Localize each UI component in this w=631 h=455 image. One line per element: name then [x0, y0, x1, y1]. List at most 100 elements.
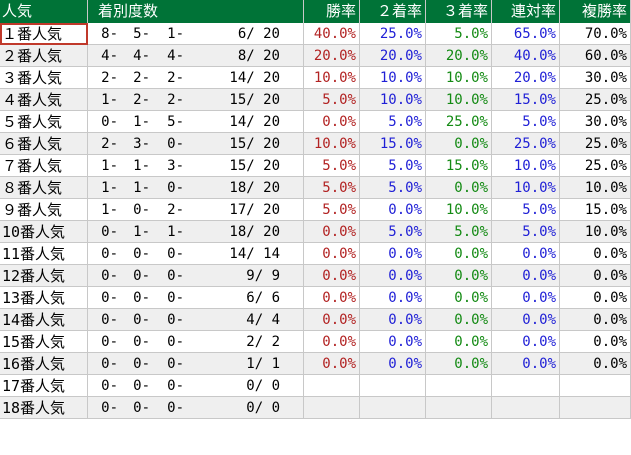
- rentai-rate-cell[interactable]: [492, 397, 560, 419]
- fukusho-rate-cell[interactable]: 0.0%: [560, 265, 631, 287]
- third-rate-cell[interactable]: 0.0%: [426, 287, 492, 309]
- header-second-rate[interactable]: ２着率: [360, 0, 426, 23]
- win-rate-cell[interactable]: 5.0%: [304, 155, 360, 177]
- fukusho-rate-cell[interactable]: 10.0%: [560, 177, 631, 199]
- rentai-rate-cell[interactable]: 5.0%: [492, 199, 560, 221]
- win-rate-cell[interactable]: 10.0%: [304, 133, 360, 155]
- finish-counts-cell[interactable]: 0- 0- 0- 0/ 0: [88, 397, 304, 419]
- win-rate-cell[interactable]: 0.0%: [304, 309, 360, 331]
- rentai-rate-cell[interactable]: 5.0%: [492, 111, 560, 133]
- fukusho-rate-cell[interactable]: 25.0%: [560, 89, 631, 111]
- popularity-label-cell[interactable]: １番人気: [0, 23, 88, 45]
- fukusho-rate-cell[interactable]: 30.0%: [560, 111, 631, 133]
- third-rate-cell[interactable]: 5.0%: [426, 23, 492, 45]
- second-rate-cell[interactable]: 5.0%: [360, 111, 426, 133]
- third-rate-cell[interactable]: 0.0%: [426, 265, 492, 287]
- second-rate-cell[interactable]: 25.0%: [360, 23, 426, 45]
- popularity-label-cell[interactable]: 11番人気: [0, 243, 88, 265]
- popularity-label-cell[interactable]: ６番人気: [0, 133, 88, 155]
- rentai-rate-cell[interactable]: 0.0%: [492, 353, 560, 375]
- finish-counts-cell[interactable]: 8- 5- 1- 6/ 20: [88, 23, 304, 45]
- header-rentai-rate[interactable]: 連対率: [492, 0, 560, 23]
- finish-counts-cell[interactable]: 1- 2- 2- 15/ 20: [88, 89, 304, 111]
- popularity-label-cell[interactable]: 13番人気: [0, 287, 88, 309]
- rentai-rate-cell[interactable]: 0.0%: [492, 309, 560, 331]
- rentai-rate-cell[interactable]: 20.0%: [492, 67, 560, 89]
- popularity-label-cell[interactable]: ８番人気: [0, 177, 88, 199]
- win-rate-cell[interactable]: 0.0%: [304, 243, 360, 265]
- second-rate-cell[interactable]: 5.0%: [360, 177, 426, 199]
- finish-counts-cell[interactable]: 0- 0- 0- 14/ 14: [88, 243, 304, 265]
- win-rate-cell[interactable]: 5.0%: [304, 177, 360, 199]
- win-rate-cell[interactable]: 0.0%: [304, 331, 360, 353]
- fukusho-rate-cell[interactable]: 15.0%: [560, 199, 631, 221]
- rentai-rate-cell[interactable]: 10.0%: [492, 155, 560, 177]
- popularity-label-cell[interactable]: 12番人気: [0, 265, 88, 287]
- third-rate-cell[interactable]: 25.0%: [426, 111, 492, 133]
- header-fukusho-rate[interactable]: 複勝率: [560, 0, 631, 23]
- fukusho-rate-cell[interactable]: 10.0%: [560, 221, 631, 243]
- rentai-rate-cell[interactable]: 0.0%: [492, 265, 560, 287]
- second-rate-cell[interactable]: [360, 397, 426, 419]
- finish-counts-cell[interactable]: 0- 1- 5- 14/ 20: [88, 111, 304, 133]
- finish-counts-cell[interactable]: 0- 0- 0- 0/ 0: [88, 375, 304, 397]
- popularity-label-cell[interactable]: ４番人気: [0, 89, 88, 111]
- win-rate-cell[interactable]: 10.0%: [304, 67, 360, 89]
- second-rate-cell[interactable]: 5.0%: [360, 221, 426, 243]
- third-rate-cell[interactable]: 20.0%: [426, 45, 492, 67]
- popularity-label-cell[interactable]: 16番人気: [0, 353, 88, 375]
- fukusho-rate-cell[interactable]: 60.0%: [560, 45, 631, 67]
- finish-counts-cell[interactable]: 0- 0- 0- 9/ 9: [88, 265, 304, 287]
- fukusho-rate-cell[interactable]: 0.0%: [560, 243, 631, 265]
- popularity-label-cell[interactable]: ９番人気: [0, 199, 88, 221]
- win-rate-cell[interactable]: 40.0%: [304, 23, 360, 45]
- second-rate-cell[interactable]: 5.0%: [360, 155, 426, 177]
- win-rate-cell[interactable]: 0.0%: [304, 287, 360, 309]
- rentai-rate-cell[interactable]: 40.0%: [492, 45, 560, 67]
- win-rate-cell[interactable]: 0.0%: [304, 265, 360, 287]
- fukusho-rate-cell[interactable]: [560, 397, 631, 419]
- fukusho-rate-cell[interactable]: 30.0%: [560, 67, 631, 89]
- fukusho-rate-cell[interactable]: 0.0%: [560, 309, 631, 331]
- rentai-rate-cell[interactable]: 0.0%: [492, 243, 560, 265]
- third-rate-cell[interactable]: 15.0%: [426, 155, 492, 177]
- popularity-label-cell[interactable]: ２番人気: [0, 45, 88, 67]
- popularity-label-cell[interactable]: ５番人気: [0, 111, 88, 133]
- third-rate-cell[interactable]: 0.0%: [426, 331, 492, 353]
- third-rate-cell[interactable]: 0.0%: [426, 309, 492, 331]
- win-rate-cell[interactable]: 0.0%: [304, 221, 360, 243]
- rentai-rate-cell[interactable]: 15.0%: [492, 89, 560, 111]
- popularity-label-cell[interactable]: ７番人気: [0, 155, 88, 177]
- fukusho-rate-cell[interactable]: 25.0%: [560, 155, 631, 177]
- win-rate-cell[interactable]: [304, 375, 360, 397]
- rentai-rate-cell[interactable]: 5.0%: [492, 221, 560, 243]
- win-rate-cell[interactable]: 0.0%: [304, 111, 360, 133]
- second-rate-cell[interactable]: 0.0%: [360, 287, 426, 309]
- fukusho-rate-cell[interactable]: 0.0%: [560, 353, 631, 375]
- rentai-rate-cell[interactable]: 0.0%: [492, 287, 560, 309]
- popularity-label-cell[interactable]: 10番人気: [0, 221, 88, 243]
- fukusho-rate-cell[interactable]: 70.0%: [560, 23, 631, 45]
- popularity-label-cell[interactable]: ３番人気: [0, 67, 88, 89]
- third-rate-cell[interactable]: 0.0%: [426, 133, 492, 155]
- third-rate-cell[interactable]: 0.0%: [426, 243, 492, 265]
- header-win-rate[interactable]: 勝率: [304, 0, 360, 23]
- win-rate-cell[interactable]: [304, 397, 360, 419]
- third-rate-cell[interactable]: 5.0%: [426, 221, 492, 243]
- finish-counts-cell[interactable]: 0- 0- 0- 4/ 4: [88, 309, 304, 331]
- third-rate-cell[interactable]: [426, 375, 492, 397]
- finish-counts-cell[interactable]: 2- 2- 2- 14/ 20: [88, 67, 304, 89]
- third-rate-cell[interactable]: 0.0%: [426, 177, 492, 199]
- fukusho-rate-cell[interactable]: 0.0%: [560, 331, 631, 353]
- finish-counts-cell[interactable]: 0- 0- 0- 6/ 6: [88, 287, 304, 309]
- rentai-rate-cell[interactable]: 10.0%: [492, 177, 560, 199]
- third-rate-cell[interactable]: 10.0%: [426, 199, 492, 221]
- second-rate-cell[interactable]: 0.0%: [360, 243, 426, 265]
- finish-counts-cell[interactable]: 0- 0- 0- 1/ 1: [88, 353, 304, 375]
- second-rate-cell[interactable]: 0.0%: [360, 331, 426, 353]
- second-rate-cell[interactable]: 0.0%: [360, 353, 426, 375]
- fukusho-rate-cell[interactable]: 25.0%: [560, 133, 631, 155]
- popularity-label-cell[interactable]: 15番人気: [0, 331, 88, 353]
- finish-counts-cell[interactable]: 4- 4- 4- 8/ 20: [88, 45, 304, 67]
- win-rate-cell[interactable]: 20.0%: [304, 45, 360, 67]
